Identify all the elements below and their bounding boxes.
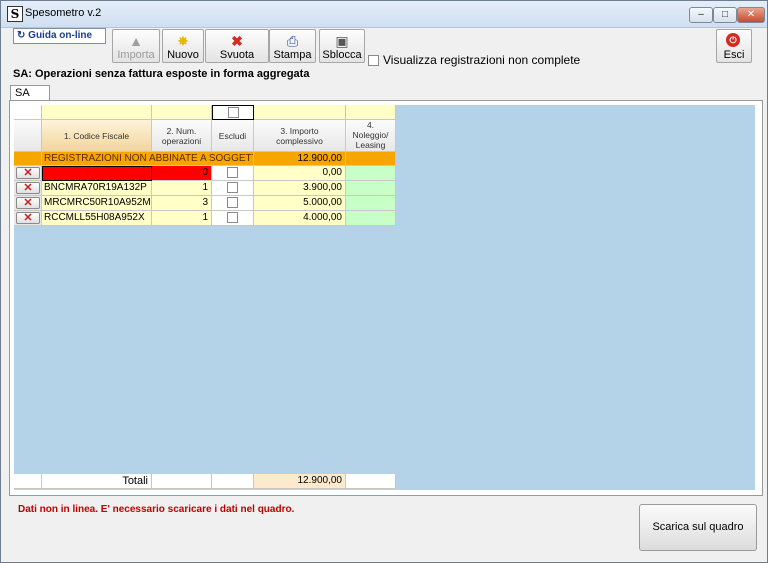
totals-importo: 12.900,00	[254, 474, 346, 489]
leasing-input[interactable]	[346, 181, 396, 196]
filter-importo[interactable]	[254, 105, 346, 120]
col-header-num[interactable]: 2. Num. operazioni	[152, 120, 212, 152]
leasing-input[interactable]	[346, 166, 396, 181]
esci-label: Esci	[723, 49, 745, 61]
data-grid: 1. Codice Fiscale 2. Num. operazioni Esc…	[14, 105, 755, 490]
import-icon: ▲	[129, 33, 143, 49]
guida-online-button[interactable]: ↻ Guida on-line	[13, 28, 106, 44]
stampa-button[interactable]: ⎙ Stampa	[269, 29, 316, 63]
tab-sa[interactable]: SA	[10, 85, 50, 101]
row-selector: ✕	[14, 211, 42, 226]
new-star-icon: ✸	[177, 33, 189, 49]
escludi-checkbox[interactable]	[227, 166, 238, 178]
nuovo-button[interactable]: ✸ Nuovo	[162, 29, 204, 63]
codice-input[interactable]: MRCMRC50R10A952M	[42, 196, 152, 211]
minimize-icon[interactable]: –	[689, 7, 713, 23]
svuota-button[interactable]: ✖ Svuota	[205, 29, 269, 63]
esci-button[interactable]: ⏻ Esci	[716, 29, 752, 63]
filter-escludi[interactable]	[212, 105, 254, 120]
maximize-icon[interactable]: □	[713, 7, 737, 23]
col-header-escludi[interactable]: Escludi	[212, 120, 254, 152]
delete-row-icon[interactable]: ✕	[16, 197, 40, 209]
importo-input[interactable]: 3.900,00	[254, 181, 346, 196]
guida-icon: ↻	[17, 30, 26, 41]
visualizza-option[interactable]: Visualizza registrazioni non complete	[368, 53, 580, 67]
page-title: SA: Operazioni senza fattura esposte in …	[13, 68, 310, 80]
delete-row-icon[interactable]: ✕	[16, 182, 40, 194]
leasing-input[interactable]	[346, 196, 396, 211]
totals-marker	[14, 474, 42, 489]
num-input[interactable]: 1	[152, 211, 212, 226]
visualizza-checkbox[interactable]	[368, 55, 379, 67]
codice-input[interactable]	[42, 166, 152, 181]
close-icon[interactable]: ✕	[737, 7, 765, 23]
exit-power-icon: ⏻	[726, 33, 740, 47]
leasing-input[interactable]	[346, 211, 396, 226]
window-title: Spesometro v.2	[25, 7, 102, 19]
delete-row-icon[interactable]: ✕	[16, 212, 40, 224]
summary-row-marker	[14, 152, 42, 166]
importo-input[interactable]: 5.000,00	[254, 196, 346, 211]
filter-corner	[14, 105, 42, 120]
main-window: S Spesometro v.2 – □ ✕ ↻ Guida on-line ▲…	[0, 0, 768, 563]
sblocca-label: Sblocca	[322, 49, 362, 61]
padlock-icon: ▣	[335, 33, 349, 49]
escludi-checkbox[interactable]	[227, 181, 238, 193]
header-corner	[14, 120, 42, 152]
escludi-all-checkbox[interactable]	[227, 106, 239, 118]
num-input[interactable]: 0	[152, 166, 212, 181]
stampa-label: Stampa	[273, 49, 312, 61]
escludi-cell	[212, 211, 254, 226]
escludi-cell	[212, 196, 254, 211]
escludi-checkbox[interactable]	[227, 211, 238, 223]
printer-icon: ⎙	[286, 33, 299, 49]
sblocca-button[interactable]: ▣ Sblocca	[319, 29, 365, 63]
summary-importo: 12.900,00	[254, 152, 346, 166]
col-header-leasing[interactable]: 4. Noleggio/ Leasing	[346, 120, 396, 152]
codice-input[interactable]: BNCMRA70R19A132P	[42, 181, 152, 196]
clear-x-icon: ✖	[231, 33, 243, 49]
importa-button[interactable]: ▲ Importa	[112, 29, 160, 63]
summary-leasing	[346, 152, 396, 166]
importo-input[interactable]: 0,00	[254, 166, 346, 181]
filter-num[interactable]	[152, 105, 212, 120]
num-input[interactable]: 3	[152, 196, 212, 211]
escludi-cell	[212, 181, 254, 196]
guida-label: Guida on-line	[28, 30, 93, 41]
summary-label: REGISTRAZIONI NON ABBINATE A SOGGETTI	[42, 152, 254, 166]
scarica-button[interactable]: Scarica sul quadro	[639, 504, 757, 551]
app-logo-icon: S	[7, 6, 23, 22]
escludi-checkbox[interactable]	[227, 196, 238, 208]
filter-codice[interactable]	[42, 105, 152, 120]
num-input[interactable]: 1	[152, 181, 212, 196]
status-message: Dati non in linea. E' necessario scarica…	[18, 504, 295, 515]
escludi-cell	[212, 166, 254, 181]
totals-num	[152, 474, 212, 489]
codice-input[interactable]: RCCMLL55H08A952X	[42, 211, 152, 226]
row-selector: ✕	[14, 196, 42, 211]
totals-leasing	[346, 474, 396, 489]
title-bar: S Spesometro v.2 – □ ✕	[1, 1, 767, 28]
row-selector: ✕	[14, 166, 42, 181]
col-header-importo[interactable]: 3. Importo complessivo	[254, 120, 346, 152]
visualizza-label: Visualizza registrazioni non complete	[383, 53, 581, 67]
filter-leasing[interactable]	[346, 105, 396, 120]
importa-label: Importa	[117, 49, 155, 61]
importo-input[interactable]: 4.000,00	[254, 211, 346, 226]
totals-label: Totali	[42, 474, 152, 489]
col-header-codice[interactable]: 1. Codice Fiscale	[42, 120, 152, 152]
svuota-label: Svuota	[219, 49, 255, 61]
row-selector: ✕	[14, 181, 42, 196]
delete-row-icon[interactable]: ✕	[16, 167, 40, 179]
totals-escludi	[212, 474, 254, 489]
nuovo-label: Nuovo	[167, 49, 199, 61]
